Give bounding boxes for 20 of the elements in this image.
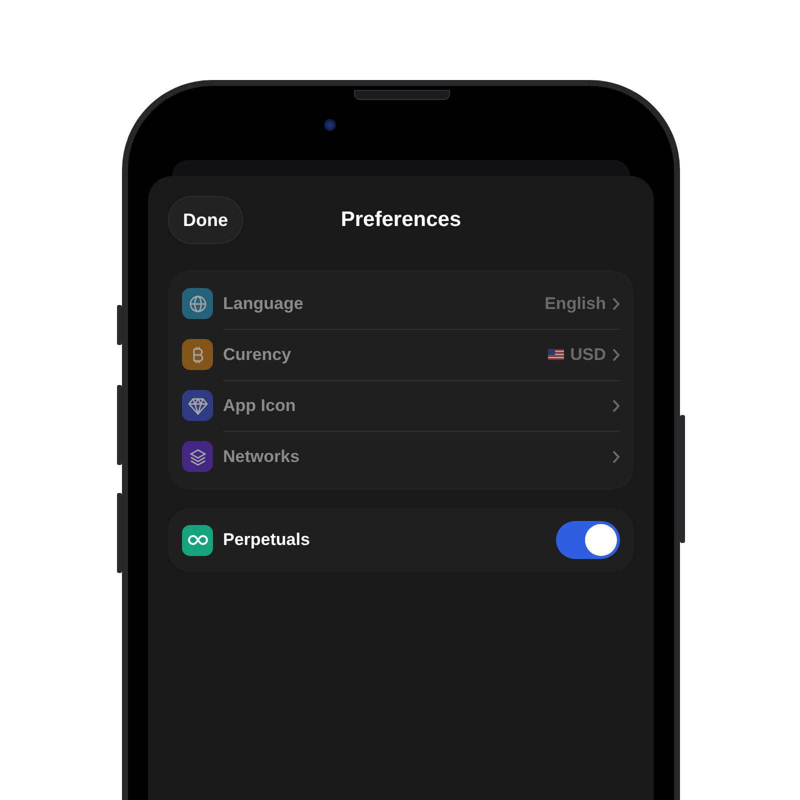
row-value: USD <box>570 344 606 364</box>
done-button[interactable]: Done <box>168 196 243 244</box>
sheet-title: Preferences <box>340 208 462 232</box>
row-value: English <box>544 294 606 314</box>
chevron-icon <box>612 398 620 412</box>
infinity-icon <box>188 534 208 546</box>
bitcoin-icon <box>190 346 204 364</box>
row-label: Networks <box>223 446 301 466</box>
chevron-icon <box>612 296 620 310</box>
chevron-icon <box>612 348 620 362</box>
camera-icon <box>324 119 336 131</box>
row-label: Perpetuals <box>223 530 311 550</box>
row-label: App Icon <box>223 396 297 416</box>
gem-icon <box>188 396 208 414</box>
row-label: Curency <box>223 344 292 364</box>
globe-icon <box>188 294 206 312</box>
toggle-switch[interactable] <box>556 521 620 559</box>
chevron-icon <box>612 450 620 464</box>
row-label: Language <box>223 294 304 314</box>
layers-icon <box>188 448 206 466</box>
